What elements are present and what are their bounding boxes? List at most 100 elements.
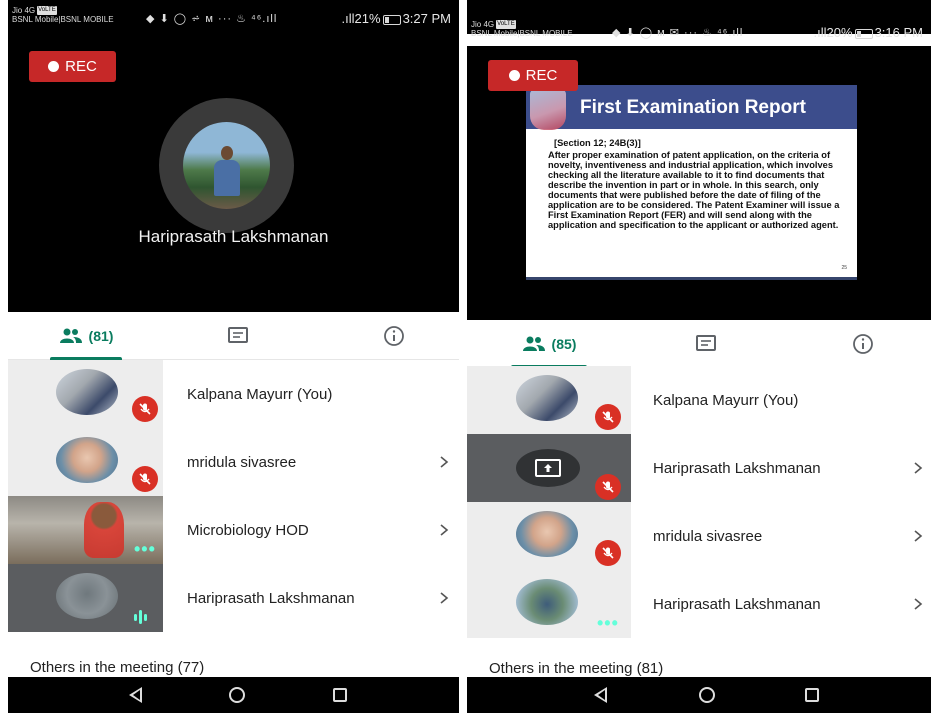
chevron-right-icon[interactable] [439, 428, 449, 496]
slide-page-number: 25 [841, 265, 847, 271]
slide-paragraph: After proper examination of patent appli… [548, 150, 840, 230]
recording-badge: REC [29, 51, 116, 82]
slide-section: [Section 12; 24B(3)] [554, 138, 641, 148]
chevron-right-icon[interactable] [913, 502, 923, 570]
participant-name: Kalpana Mayurr (You) [653, 391, 799, 409]
participant-name: Hariprasath Lakshmanan [653, 595, 821, 613]
participant-thumbnail [467, 366, 631, 434]
tab-chat[interactable] [689, 320, 723, 368]
list-item[interactable]: Hariprasath Lakshmanan [8, 564, 459, 632]
mic-off-icon [595, 540, 621, 566]
participant-thumbnail [467, 434, 631, 502]
android-nav-bar [8, 677, 459, 713]
others-in-meeting-label: Others in the meeting (81) [489, 660, 664, 677]
meeting-screen-left: Jio 4G VoLTE BSNL Mobile|BSNL MOBILE ◆ ⬇ … [8, 0, 459, 713]
list-item[interactable]: Hariprasath Lakshmanan [467, 434, 931, 502]
avatar [56, 369, 118, 415]
clock: 3:16 PM [874, 25, 923, 40]
participant-name: Hariprasath Lakshmanan [187, 589, 355, 607]
participant-name: mridula sivasree [187, 453, 297, 471]
mic-off-icon [132, 396, 158, 422]
speaking-indicator-icon [134, 608, 147, 626]
home-icon [229, 687, 245, 703]
avatar [516, 511, 578, 557]
present-screen-tile [516, 449, 580, 487]
recents-button[interactable] [329, 685, 351, 705]
back-icon [128, 687, 142, 703]
carrier-info: Jio 4G VoLTE BSNL Mobile|BSNL MOBILE [471, 20, 573, 38]
participant-video [84, 502, 124, 558]
recents-icon [333, 688, 347, 702]
carrier-name: Jio 4G [471, 20, 495, 29]
volte-badge: VoLTE [496, 20, 516, 30]
battery-icon [382, 14, 401, 25]
carrier-name-secondary: BSNL Mobile|BSNL MOBILE [471, 29, 573, 39]
chevron-right-icon[interactable] [913, 434, 923, 502]
status-bar: Jio 4G VoLTE BSNL Mobile|BSNL MOBILE ◆ ⬇ … [8, 0, 459, 34]
battery-icon [854, 28, 873, 39]
recording-badge: REC [488, 60, 578, 91]
chevron-right-icon[interactable] [439, 564, 449, 632]
home-button[interactable] [696, 685, 718, 705]
tab-info[interactable] [846, 320, 880, 368]
volte-badge: VoLTE [37, 6, 57, 16]
record-dot-icon [48, 61, 60, 72]
carrier-name-secondary: BSNL Mobile|BSNL MOBILE [12, 15, 114, 25]
participant-name: Microbiology HOD [187, 521, 309, 539]
main-video-area[interactable]: REC Hariprasath Lakshmanan [8, 34, 459, 312]
list-item[interactable]: Kalpana Mayurr (You) [467, 366, 931, 434]
notification-icons: ◆ ⬇ ◯ ⩫ ᴍ ··· ♨ ⁴⁶.ıll [146, 13, 278, 25]
notification-icons: ◆ ⬇ ◯ ᴍ ✉ ··· ♨ ⁴⁶.ıll [612, 27, 744, 39]
status-right: .ıll20% 3:16 PM [814, 25, 923, 40]
battery-percent: .ıll20% [813, 25, 853, 40]
slide-title: First Examination Report [580, 97, 806, 118]
avatar [56, 573, 118, 619]
tab-people[interactable]: (81) [50, 312, 122, 360]
flask-icon [530, 90, 566, 130]
tab-info[interactable] [377, 312, 411, 360]
presenter-name: Hariprasath Lakshmanan [138, 227, 329, 246]
home-button[interactable] [226, 685, 248, 705]
participant-name: mridula sivasree [653, 527, 763, 545]
presenter-photo [183, 122, 270, 209]
chevron-right-icon[interactable] [913, 570, 923, 638]
tab-bar: (85) [467, 320, 931, 368]
back-button[interactable] [124, 685, 146, 705]
info-icon [384, 326, 404, 346]
presenter-body [214, 160, 240, 196]
chat-icon [696, 335, 716, 351]
list-item[interactable]: ••• Microbiology HOD [8, 496, 459, 564]
participant-name: Hariprasath Lakshmanan [653, 459, 821, 477]
present-screen-icon [535, 459, 561, 477]
recents-icon [805, 688, 819, 702]
back-button[interactable] [589, 685, 611, 705]
more-dots-icon: ••• [134, 539, 156, 559]
slide-header: First Examination Report [526, 85, 857, 130]
tab-people[interactable]: (85) [511, 320, 587, 368]
tab-chat[interactable] [221, 312, 255, 360]
participant-list: Kalpana Mayurr (You) Hariprasath Lakshma… [467, 366, 931, 638]
main-video-area[interactable]: First Examination Report [Section 12; 24… [467, 46, 931, 320]
chevron-right-icon[interactable] [439, 496, 449, 564]
list-item[interactable]: mridula sivasree [467, 502, 931, 570]
recording-label: REC [65, 58, 97, 75]
list-item[interactable]: ••• Hariprasath Lakshmanan [467, 570, 931, 638]
back-icon [593, 687, 607, 703]
slide-body: [Section 12; 24B(3)] After proper examin… [548, 138, 856, 230]
screenshot-collage: Jio 4G VoLTE BSNL Mobile|BSNL MOBILE ◆ ⬇ … [0, 0, 931, 713]
avatar [56, 437, 118, 483]
android-nav-bar [467, 677, 931, 713]
list-item[interactable]: mridula sivasree [8, 428, 459, 496]
participant-thumbnail [467, 502, 631, 570]
presenter-head [221, 146, 233, 160]
presentation-slide: First Examination Report [Section 12; 24… [526, 85, 857, 280]
list-item[interactable]: Kalpana Mayurr (You) [8, 360, 459, 428]
more-dots-icon: ••• [597, 613, 619, 633]
presenter-avatar [159, 98, 294, 233]
participant-name: Kalpana Mayurr (You) [187, 385, 333, 403]
info-icon [853, 334, 873, 354]
mic-off-icon [595, 474, 621, 500]
recents-button[interactable] [801, 685, 823, 705]
status-bar: Jio 4G VoLTE BSNL Mobile|BSNL MOBILE ◆ ⬇ … [467, 0, 931, 40]
people-count: (81) [88, 328, 114, 344]
